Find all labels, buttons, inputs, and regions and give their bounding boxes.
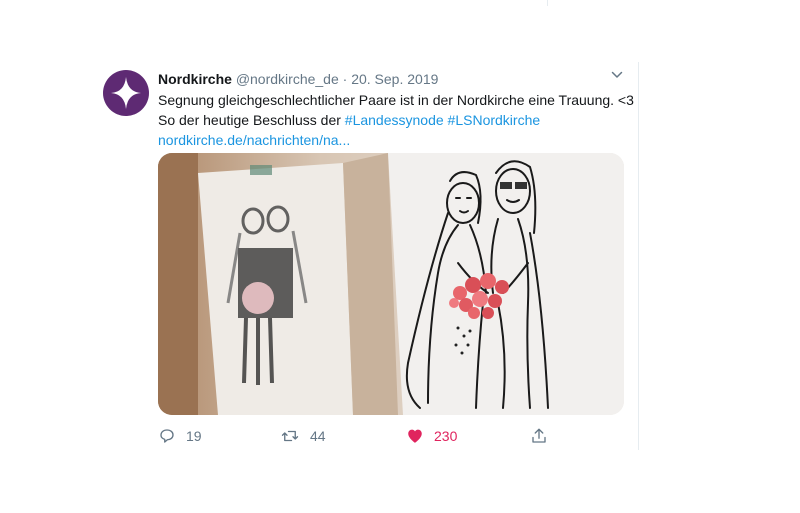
like-count: 230 (434, 428, 458, 444)
like-button[interactable]: 230 (406, 424, 457, 448)
wedding-illustration-image (158, 153, 624, 415)
tweet-header: Nordkirche @nordkirche_de · 20. Sep. 201… (158, 70, 438, 88)
reply-count: 19 (186, 428, 202, 444)
hashtag-lsnordkirche[interactable]: #LSNordkirche (448, 112, 541, 128)
reply-button[interactable]: 19 (158, 424, 202, 448)
avatar[interactable] (103, 70, 149, 116)
share-icon (532, 428, 546, 443)
tweet-text: Segnung gleichgeschlechtlicher Paare ist… (158, 90, 634, 150)
hashtag-landessynode[interactable]: #Landessynode (345, 112, 444, 128)
retweet-icon (281, 430, 299, 442)
reply-icon (160, 429, 174, 443)
author-handle[interactable]: @nordkirche_de (236, 71, 339, 87)
tweet-link[interactable]: nordkirche.de/nachrichten/na... (158, 130, 628, 150)
tweet-card[interactable]: Nordkirche @nordkirche_de · 20. Sep. 201… (92, 62, 639, 450)
tweet-image[interactable] (158, 153, 624, 415)
retweet-button[interactable]: 44 (280, 424, 326, 448)
tweet-date[interactable]: 20. Sep. 2019 (351, 71, 438, 87)
tweet-actions: 19 44 230 (158, 424, 628, 448)
top-divider (547, 0, 548, 6)
author-name[interactable]: Nordkirche (158, 71, 232, 87)
tweet-text-line-2: So der heutige Beschluss der #Landessyno… (158, 110, 628, 130)
share-button[interactable] (530, 424, 548, 448)
chevron-down-icon[interactable] (610, 68, 624, 82)
text-prefix: So der heutige Beschluss der (158, 112, 345, 128)
separator-dot: · (342, 71, 348, 87)
heart-icon (408, 429, 422, 443)
retweet-count: 44 (310, 428, 326, 444)
tweet-text-line-1: Segnung gleichgeschlechtlicher Paare ist… (158, 92, 634, 108)
cross-logo-icon (111, 77, 141, 109)
